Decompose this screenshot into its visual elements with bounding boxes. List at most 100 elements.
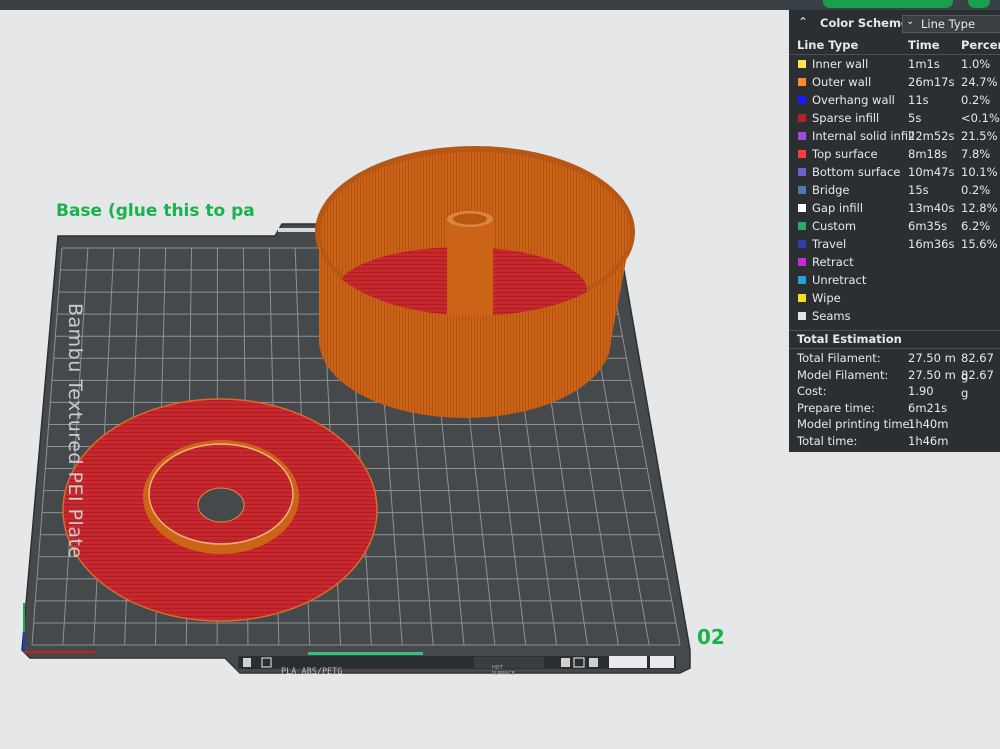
line-type-percent: 7.8% (961, 147, 991, 161)
color-swatch (798, 150, 806, 158)
plate-number-label[interactable]: 02 (697, 625, 725, 649)
estimation-label: Model Filament: (797, 367, 889, 382)
line-type-percent: 10.1% (961, 165, 998, 179)
print-plate-button[interactable] (968, 0, 990, 8)
line-type-name: Sparse infill (812, 111, 880, 125)
estimation-value: 27.50 m (908, 367, 956, 382)
line-type-time: 11s (908, 93, 929, 107)
estimation-value: 1.90 (908, 384, 934, 398)
filament-types-text: PLA ABS/PETG (281, 667, 343, 677)
line-type-time: 1m1s (908, 57, 940, 71)
estimation-label: Total time: (797, 433, 858, 448)
line-type-row[interactable]: Retract (789, 253, 1000, 271)
line-type-row[interactable]: Gap infill 13m40s 12.8% (789, 199, 1000, 217)
line-type-row[interactable]: Wipe (789, 289, 1000, 307)
line-type-row[interactable]: Sparse infill 5s <0.1% (789, 109, 1000, 127)
estimation-value: 6m21s (908, 400, 948, 415)
col-time: Time (908, 38, 940, 52)
line-type-percent: 21.5% (961, 129, 998, 143)
total-estimation-title: Total Estimation (797, 332, 902, 346)
scheme-dropdown[interactable]: ⌄ Line Type (902, 15, 1000, 33)
line-type-row[interactable]: Bridge 15s 0.2% (789, 181, 1000, 199)
color-swatch (798, 204, 806, 212)
line-type-row[interactable]: Travel 16m36s 15.6% (789, 235, 1000, 253)
line-type-percent: 1.0% (961, 57, 991, 71)
line-type-name: Bridge (812, 183, 850, 197)
plate-name-label[interactable]: Base (glue this to pa (56, 201, 255, 221)
line-type-time: 15s (908, 183, 929, 197)
line-type-percent: 0.2% (961, 183, 991, 197)
line-type-name: Outer wall (812, 75, 872, 89)
color-swatch (798, 312, 806, 320)
line-type-row[interactable]: Inner wall 1m1s 1.0% (789, 55, 1000, 73)
color-scheme-panel: ⌃ Color Scheme ⌄ Line Type Line Type Tim… (789, 10, 1000, 452)
line-type-row[interactable]: Seams (789, 307, 1000, 325)
line-type-row[interactable]: Internal solid infill 22m52s 21.5% (789, 127, 1000, 145)
estimation-label: Total Filament: (797, 351, 881, 365)
color-swatch (798, 78, 806, 86)
color-swatch (798, 186, 806, 194)
line-type-name: Unretract (812, 273, 867, 287)
line-type-row[interactable]: Outer wall 26m17s 24.7% (789, 73, 1000, 91)
line-type-percent: 12.8% (961, 201, 998, 215)
line-type-name: Custom (812, 219, 857, 233)
line-type-percent: 0.2% (961, 93, 991, 107)
line-type-percent: <0.1% (961, 111, 1000, 125)
hot-label-line2: SURFACE (492, 671, 515, 677)
estimation-label: Prepare time: (797, 400, 875, 415)
estimation-value: 27.50 m (908, 351, 956, 365)
line-type-row[interactable]: Top surface 8m18s 7.8% (789, 145, 1000, 163)
estimation-row: Cost: 1.90 (789, 382, 1000, 400)
col-percent: Percent (961, 38, 1000, 52)
line-type-time: 16m36s (908, 237, 955, 251)
color-swatch (798, 222, 806, 230)
panel-header: ⌃ Color Scheme ⌄ Line Type (789, 10, 1000, 36)
line-type-time: 13m40s (908, 201, 955, 215)
estimation-row: Total Filament: 27.50 m 82.67 g (789, 349, 1000, 383)
collapse-chevron-icon[interactable]: ⌃ (798, 15, 808, 29)
line-type-name: Overhang wall (812, 93, 895, 107)
estimation-label: Cost: (797, 384, 827, 398)
warning-icon (561, 658, 570, 667)
line-type-row[interactable]: Overhang wall 11s 0.2% (789, 91, 1000, 109)
line-type-time: 22m52s (908, 129, 955, 143)
line-type-name: Inner wall (812, 57, 869, 71)
line-type-row[interactable]: Unretract (789, 271, 1000, 289)
bed-qr-area (609, 656, 647, 668)
color-swatch (798, 132, 806, 140)
bambu-logo-icon (243, 658, 251, 667)
line-type-percent: 6.2% (961, 219, 991, 233)
chevron-down-icon: ⌄ (906, 16, 915, 27)
bed-qr-area-small (650, 656, 674, 668)
bed-brand-text: Bambu Textured PEI Plate (64, 303, 86, 559)
line-type-name: Gap infill (812, 201, 864, 215)
estimation-row: Model Filament: 27.50 m 82.67 g (789, 366, 1000, 400)
color-scheme-title: Color Scheme (820, 16, 909, 30)
line-type-name: Bottom surface (812, 165, 901, 179)
col-line-type: Line Type (797, 38, 859, 52)
line-type-row[interactable]: Bottom surface 10m47s 10.1% (789, 163, 1000, 181)
line-type-time: 6m35s (908, 219, 948, 233)
plate-indicator (308, 652, 423, 655)
estimation-value: 1h40m (908, 417, 949, 431)
color-swatch (798, 258, 806, 266)
line-type-name: Travel (812, 237, 847, 251)
cylinder-part[interactable] (315, 146, 635, 418)
slice-plate-button[interactable] (823, 0, 953, 8)
cylinder-post-hole (453, 213, 487, 225)
estimation-label: Model printing time: (797, 417, 914, 431)
disc-hole (197, 487, 245, 523)
estimation-value: 1h46m (908, 433, 949, 448)
line-type-time: 8m18s (908, 147, 948, 161)
line-type-row[interactable]: Custom 6m35s 6.2% (789, 217, 1000, 235)
line-type-name: Retract (812, 255, 854, 269)
disc-part[interactable] (62, 398, 378, 622)
color-swatch (798, 60, 806, 68)
color-swatch (798, 294, 806, 302)
color-swatch (798, 168, 806, 176)
line-type-percent: 24.7% (961, 75, 998, 89)
line-type-name: Seams (812, 309, 851, 323)
estimation-row: Total time: 1h46m (789, 432, 1000, 450)
line-type-percent: 15.6% (961, 237, 998, 251)
top-toolbar (0, 0, 1000, 10)
